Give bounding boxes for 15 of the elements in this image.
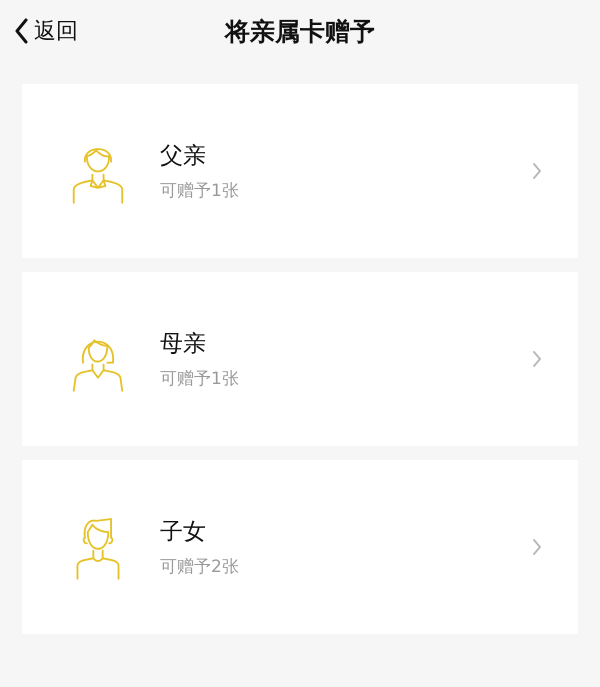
recipient-card[interactable]: 母亲 可赠予1张	[22, 272, 578, 446]
quota-text: 可赠予1张	[160, 180, 240, 202]
recipient-name: 父亲	[160, 142, 207, 171]
recipient-name: 母亲	[160, 330, 207, 359]
quota-text: 可赠予2张	[160, 556, 240, 578]
back-icon	[14, 18, 28, 44]
chevron-right-icon	[532, 350, 542, 368]
recipient-card[interactable]: 子女 可赠予2张	[22, 460, 578, 634]
back-button[interactable]: 返回	[14, 16, 78, 46]
page-title: 将亲属卡赠予	[225, 16, 375, 48]
recipient-name: 子女	[160, 518, 207, 547]
chevron-right-icon	[532, 162, 542, 180]
quota-text: 可赠予1张	[160, 368, 240, 390]
recipient-card[interactable]: 父亲 可赠予1张	[22, 84, 578, 258]
chevron-right-icon	[532, 538, 542, 556]
